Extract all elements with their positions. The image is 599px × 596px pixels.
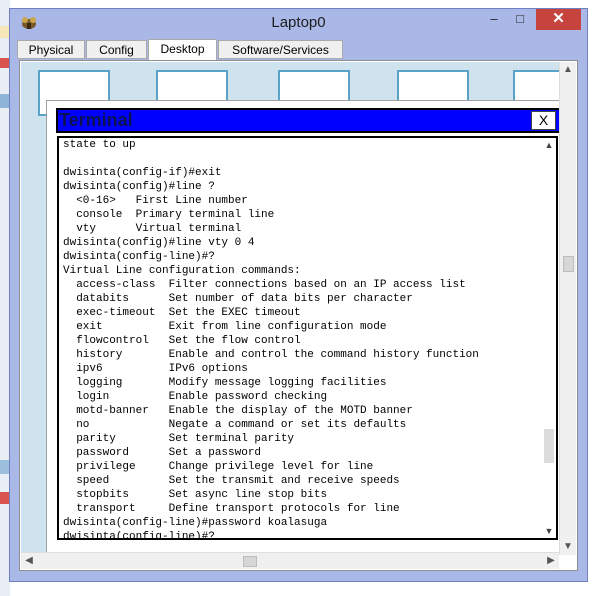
terminal-line: dwisinta(config-line)#password koalasuga xyxy=(63,517,328,529)
terminal-line: console Primary terminal line xyxy=(63,209,275,221)
tab-desktop[interactable]: Desktop xyxy=(148,39,217,60)
terminal-window: Terminal X state to up dwisinta(config-i… xyxy=(46,100,559,555)
terminal-line: motd-banner Enable the display of the MO… xyxy=(63,405,413,417)
terminal-line: flowcontrol Set the flow control xyxy=(63,335,301,347)
terminal-line: speed Set the transmit and receive speed… xyxy=(63,475,400,487)
scroll-right-icon[interactable]: ▶ xyxy=(543,553,559,569)
terminal-line: login Enable password checking xyxy=(63,391,328,403)
terminal-titlebar: Terminal X xyxy=(56,108,559,133)
scrollbar-thumb[interactable] xyxy=(544,429,554,463)
scroll-up-icon[interactable]: ▲ xyxy=(542,138,556,152)
terminal-line: no Negate a command or set its defaults xyxy=(63,419,407,431)
close-button[interactable]: ✕ xyxy=(536,9,581,30)
scroll-down-icon[interactable]: ▼ xyxy=(560,539,576,555)
maximize-button[interactable]: □ xyxy=(507,9,533,30)
terminal-line: logging Modify message logging facilitie… xyxy=(63,377,387,389)
terminal-console[interactable]: state to up dwisinta(config-if)#exit dwi… xyxy=(57,136,558,540)
terminal-title: Terminal xyxy=(59,110,133,130)
terminal-line: exit Exit from line configuration mode xyxy=(63,321,387,333)
desktop-panel: Terminal X state to up dwisinta(config-i… xyxy=(19,60,578,571)
terminal-scrollbar[interactable]: ▲ ▼ xyxy=(542,138,556,538)
terminal-line: vty Virtual terminal xyxy=(63,223,242,235)
scrollbar-thumb[interactable] xyxy=(563,256,574,272)
desktop-horizontal-scrollbar[interactable]: ◀ ▶ xyxy=(21,552,559,569)
terminal-line: dwisinta(config)#line vty 0 4 xyxy=(63,237,255,249)
terminal-output: state to up dwisinta(config-if)#exit dwi… xyxy=(63,138,479,540)
terminal-line: history Enable and control the command h… xyxy=(63,349,479,361)
laptop-window: Laptop0 – □ ✕ Physical Config Desktop So… xyxy=(9,8,588,582)
terminal-line: dwisinta(config-if)#exit xyxy=(63,167,222,179)
terminal-line: Virtual Line configuration commands: xyxy=(63,265,301,277)
terminal-line: parity Set terminal parity xyxy=(63,433,295,445)
scroll-up-icon[interactable]: ▲ xyxy=(560,62,576,78)
window-titlebar[interactable]: Laptop0 – □ ✕ xyxy=(10,9,587,39)
scroll-down-icon[interactable]: ▼ xyxy=(542,524,556,538)
terminal-line: transport Define transport protocols for… xyxy=(63,503,400,515)
terminal-line: dwisinta(config-line)#? xyxy=(63,531,215,540)
terminal-line: privilege Change privilege level for lin… xyxy=(63,461,374,473)
scrollbar-thumb[interactable] xyxy=(243,556,257,567)
terminal-line: exec-timeout Set the EXEC timeout xyxy=(63,307,301,319)
terminal-line: password Set a password xyxy=(63,447,262,459)
desktop-area: Terminal X state to up dwisinta(config-i… xyxy=(21,62,559,555)
scroll-left-icon[interactable]: ◀ xyxy=(21,553,37,569)
terminal-line: state to up xyxy=(63,139,136,151)
terminal-line: dwisinta(config-line)#? xyxy=(63,251,215,263)
minimize-button[interactable]: – xyxy=(481,9,507,30)
terminal-line: databits Set number of data bits per cha… xyxy=(63,293,413,305)
tab-software-services[interactable]: Software/Services xyxy=(218,40,343,59)
terminal-close-button[interactable]: X xyxy=(531,111,556,130)
tab-physical[interactable]: Physical xyxy=(17,40,85,59)
terminal-line: <0-16> First Line number xyxy=(63,195,248,207)
terminal-line: access-class Filter connections based on… xyxy=(63,279,466,291)
terminal-line: ipv6 IPv6 options xyxy=(63,363,248,375)
tab-config[interactable]: Config xyxy=(86,40,147,59)
terminal-line: stopbits Set async line stop bits xyxy=(63,489,328,501)
terminal-line: dwisinta(config)#line ? xyxy=(63,181,215,193)
desktop-vertical-scrollbar[interactable]: ▲ ▼ xyxy=(559,62,576,555)
